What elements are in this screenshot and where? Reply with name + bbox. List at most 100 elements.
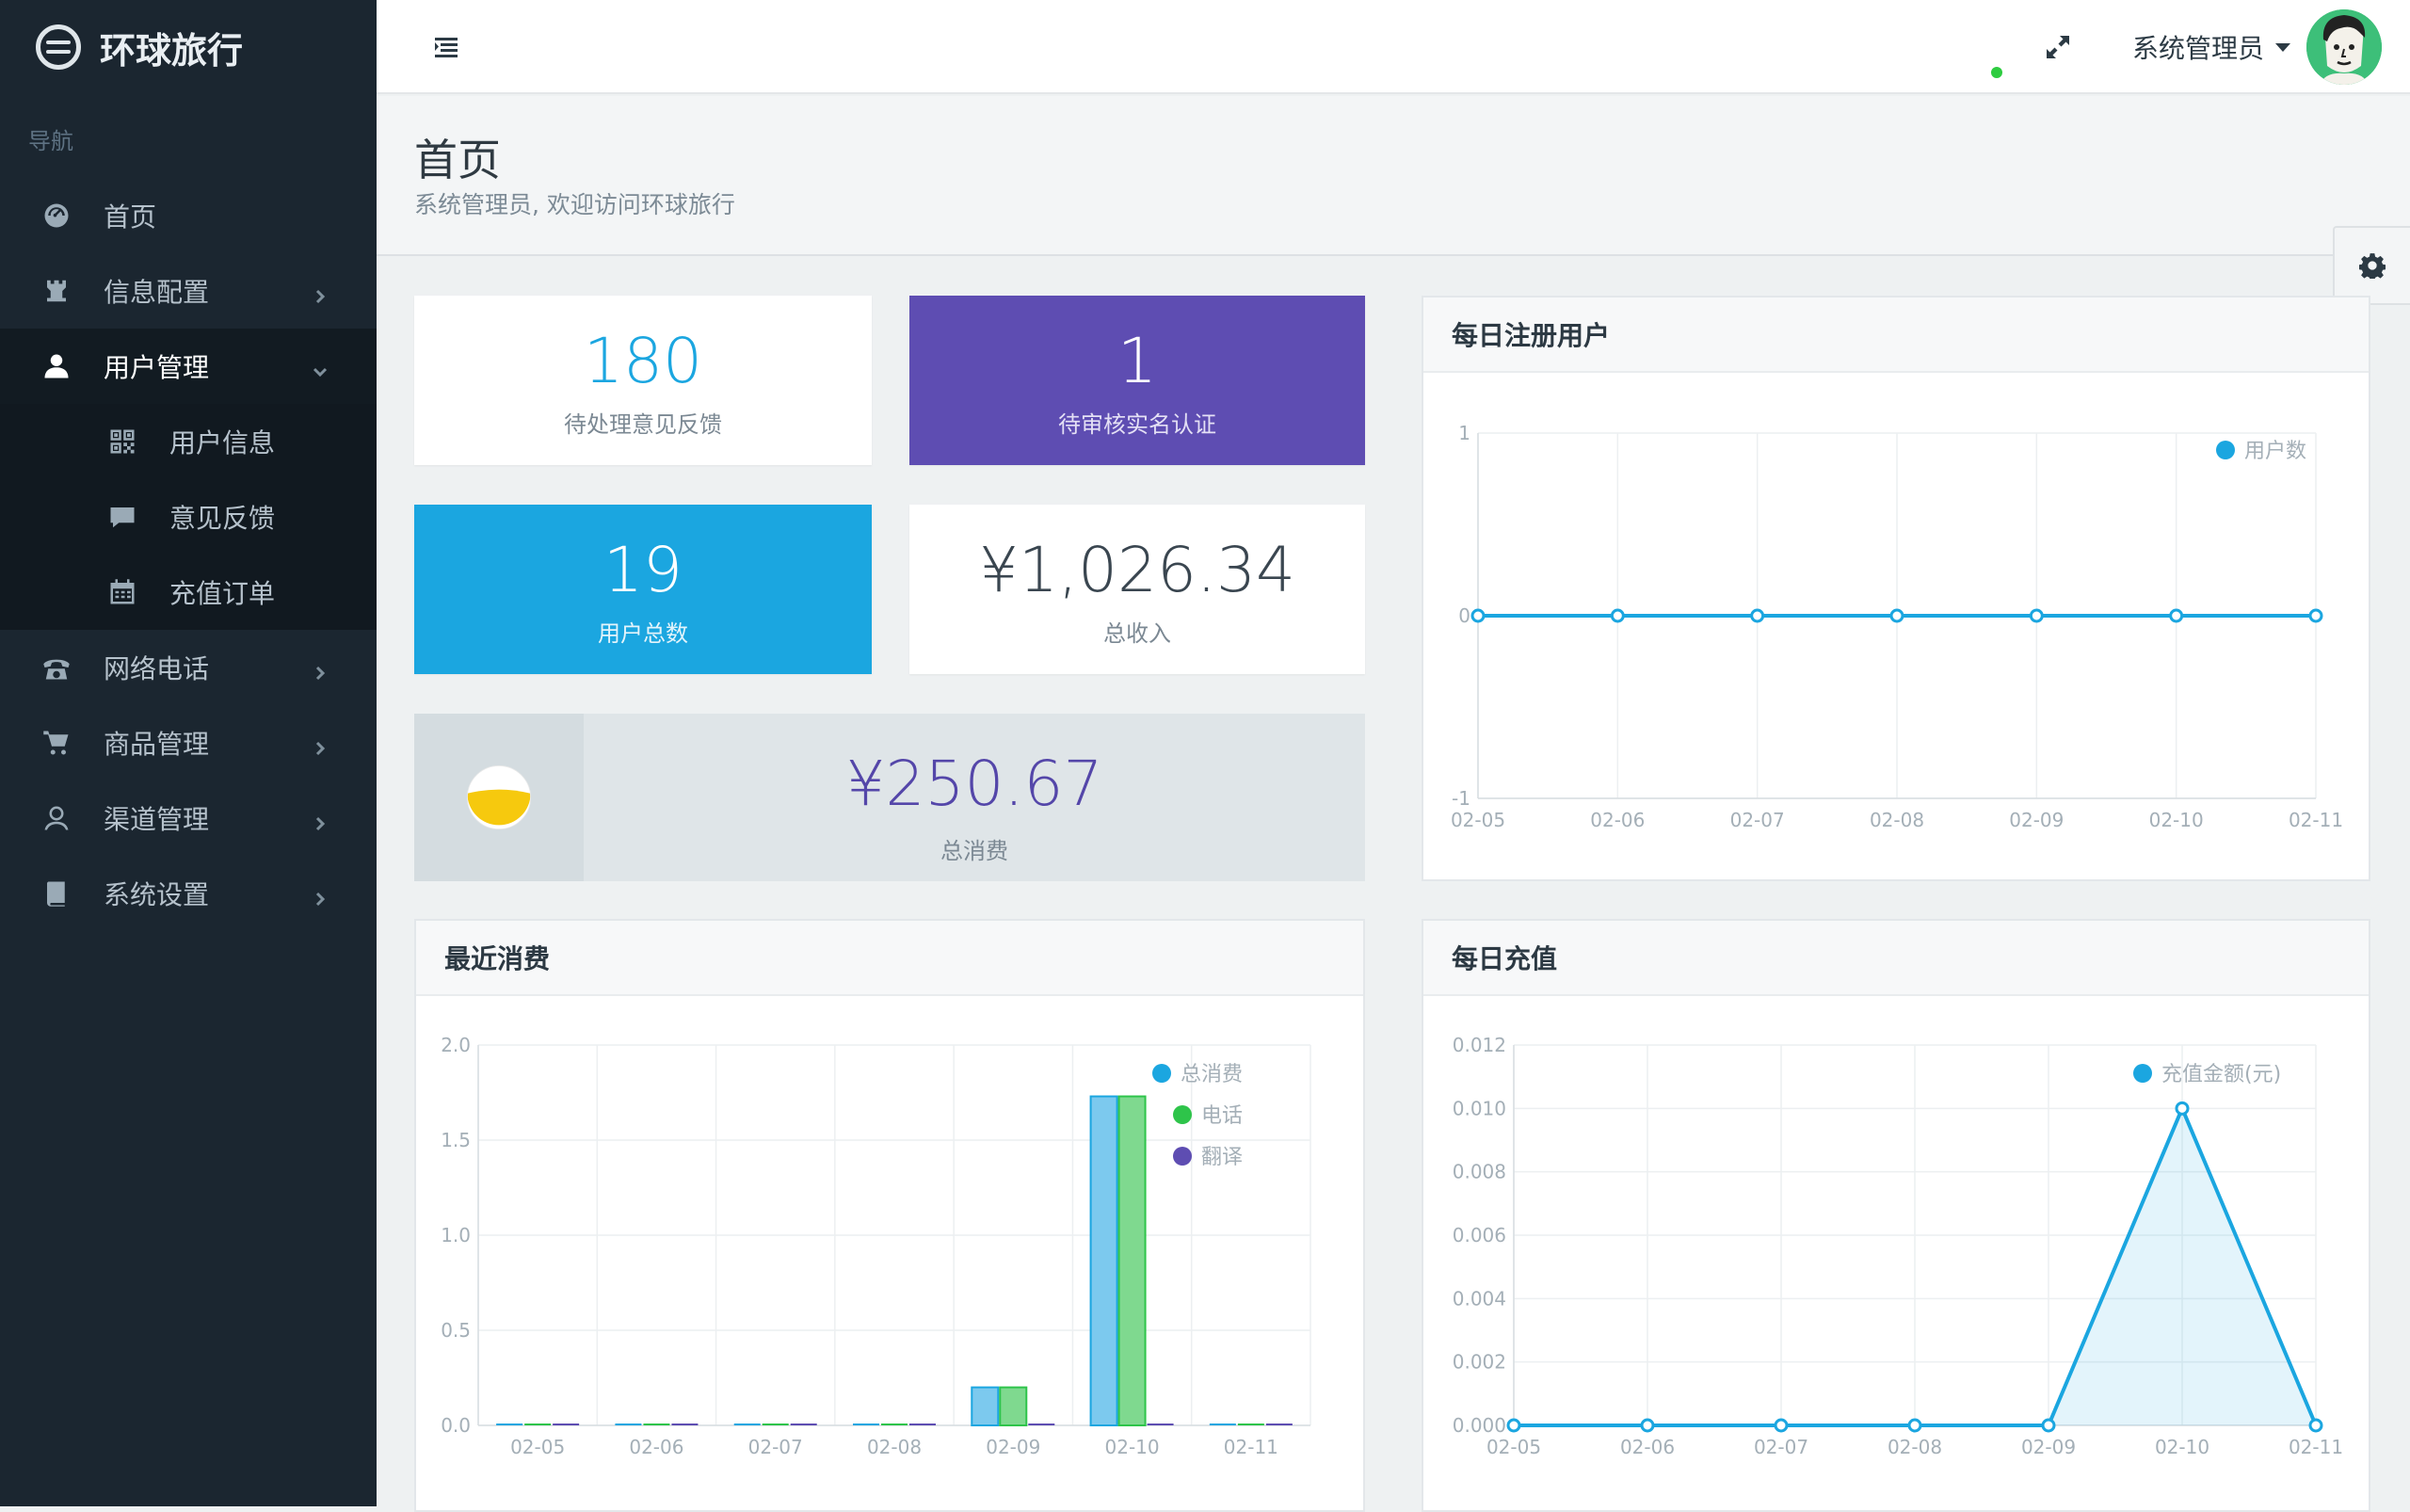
sidebar-item-voip[interactable]: 网络电话 xyxy=(0,630,377,705)
data-point xyxy=(1506,1418,1521,1433)
y-tick-label: -1 xyxy=(1452,787,1470,810)
x-tick-label: 02-07 xyxy=(748,1436,803,1458)
data-point xyxy=(2029,608,2044,623)
data-point xyxy=(1640,1418,1655,1433)
sidebar-subitem-user-info[interactable]: 用户信息 xyxy=(0,404,377,479)
y-tick-label: 1.5 xyxy=(441,1129,471,1151)
legend-label: 电话 xyxy=(1201,1104,1243,1128)
sidebar-item-label: 用户信息 xyxy=(169,427,276,458)
data-point xyxy=(2169,608,2184,623)
dashboard-icon xyxy=(40,199,73,233)
book-icon xyxy=(40,877,73,910)
sidebar-item-channels[interactable]: 渠道管理 xyxy=(0,780,377,856)
data-point xyxy=(1610,608,1625,623)
y-tick-label: 0.008 xyxy=(1453,1161,1506,1183)
stat-value: 180 xyxy=(584,324,702,397)
page-subtitle: 系统管理员, 欢迎访问环球旅行 xyxy=(414,191,735,218)
sidebar-item-label: 信息配置 xyxy=(104,277,210,308)
x-tick-label: 02-09 xyxy=(2021,1436,2076,1458)
bar xyxy=(971,1386,1000,1427)
sidebar-subitem-recharge-orders[interactable]: 充值订单 xyxy=(0,555,377,630)
sidebar-item-home[interactable]: 首页 xyxy=(0,178,377,253)
x-tick-label: 02-09 xyxy=(986,1436,1040,1458)
y-tick-label: 1 xyxy=(1458,422,1470,444)
stat-card-verify[interactable]: 1 待审核实名认证 xyxy=(909,296,1365,465)
user-icon xyxy=(40,349,73,383)
avatar[interactable] xyxy=(2306,9,2382,85)
consume-pie-icon xyxy=(414,714,584,881)
user-name: 系统管理员 xyxy=(2132,33,2265,64)
sidebar-item-label: 网络电话 xyxy=(104,653,210,684)
panel-title: 每日注册用户 xyxy=(1423,298,2369,373)
panel-recent-consume: 最近消费 2.0 1.5 1.0 0.5 0.0 02-05 02-06 02-07 02-08… xyxy=(414,919,1365,1512)
x-tick-label: 02-11 xyxy=(2289,1436,2343,1458)
sidebar-item-label: 用户管理 xyxy=(104,352,210,383)
bar xyxy=(1237,1424,1264,1425)
topbar: 系统管理员 xyxy=(377,0,2410,94)
legend-label: 总消费 xyxy=(1181,1063,1243,1086)
user-menu[interactable]: 系统管理员 xyxy=(2132,28,2291,66)
panel-title: 每日充值 xyxy=(1423,921,2369,996)
fullscreen-icon[interactable] xyxy=(2043,32,2073,62)
data-point xyxy=(2175,1101,2190,1116)
phone-icon xyxy=(40,651,73,684)
stat-label: 总收入 xyxy=(1103,619,1171,647)
sidebar-item-info-config[interactable]: 信息配置 xyxy=(0,253,377,329)
panel-daily-recharge: 每日充值 0.012 0.010 0.008 0.006 0.004 0.002 0.000… xyxy=(1422,919,2370,1512)
qrcode-icon xyxy=(105,425,139,458)
chevron-right-icon xyxy=(311,809,329,840)
bar xyxy=(881,1424,908,1425)
x-tick-label: 02-10 xyxy=(2155,1436,2209,1458)
stat-value: ¥250.67 xyxy=(845,748,1103,820)
x-tick-label: 02-08 xyxy=(1870,809,1924,831)
x-tick-label: 02-05 xyxy=(1451,809,1505,831)
y-tick-label: 1.0 xyxy=(441,1224,471,1247)
data-point xyxy=(1470,608,1486,623)
settings-gear-button[interactable] xyxy=(2333,226,2410,305)
stat-card-income[interactable]: ¥1,026.34 总收入 xyxy=(909,505,1365,674)
brand[interactable]: 环球旅行 xyxy=(0,0,377,94)
chevron-right-icon xyxy=(311,281,329,313)
y-tick-label: 0.010 xyxy=(1453,1097,1506,1119)
bar xyxy=(853,1424,879,1425)
sidebar-item-products[interactable]: 商品管理 xyxy=(0,705,377,780)
menu-toggle-icon[interactable] xyxy=(431,32,461,62)
page-title: 首页 xyxy=(414,135,501,185)
bar xyxy=(762,1424,789,1425)
panel-title: 最近消费 xyxy=(416,921,1363,996)
bar xyxy=(790,1424,817,1425)
data-point xyxy=(1889,608,1904,623)
sidebar-item-label: 意见反馈 xyxy=(169,503,276,534)
chevron-down-icon xyxy=(311,357,329,388)
brand-name: 环球旅行 xyxy=(100,29,244,72)
stat-card-users[interactable]: 19 用户总数 xyxy=(414,505,872,674)
sidebar-subitem-feedback[interactable]: 意见反馈 xyxy=(0,479,377,555)
panel-daily-users: 每日注册用户 1 0 -1 02-05 02-06 02-07 02-08 02-09 02-1… xyxy=(1422,296,2370,881)
stat-card-feedback[interactable]: 180 待处理意见反馈 xyxy=(414,296,872,465)
bar xyxy=(1117,1095,1147,1426)
chevron-right-icon xyxy=(311,658,329,689)
calendar-icon xyxy=(105,575,139,609)
data-point xyxy=(2041,1418,2056,1433)
x-tick-label: 02-06 xyxy=(629,1436,683,1458)
legend-swatch xyxy=(1173,1147,1192,1166)
y-tick-label: 0.004 xyxy=(1453,1287,1506,1310)
stat-value: 19 xyxy=(603,533,683,606)
legend-label: 充值金额(元) xyxy=(2161,1063,2281,1086)
globe-logo-icon xyxy=(36,24,81,70)
x-tick-label: 02-11 xyxy=(2289,809,2343,831)
caret-down-icon xyxy=(2275,42,2291,52)
legend-swatch xyxy=(1152,1064,1171,1083)
legend-label: 翻译 xyxy=(1201,1146,1243,1169)
x-tick-label: 02-08 xyxy=(1888,1436,1942,1458)
online-status-dot xyxy=(1988,64,2005,81)
stat-label: 用户总数 xyxy=(598,619,688,647)
bar xyxy=(909,1424,936,1425)
sidebar-item-user-management[interactable]: 用户管理 xyxy=(0,329,377,404)
stat-label: 总消费 xyxy=(940,838,1008,864)
sidebar-item-system-settings[interactable]: 系统设置 xyxy=(0,856,377,931)
stat-card-consume[interactable]: ¥250.67 总消费 xyxy=(414,714,1365,881)
x-tick-label: 02-10 xyxy=(1105,1436,1160,1458)
x-tick-label: 02-11 xyxy=(1224,1436,1278,1458)
page-header: 首页 系统管理员, 欢迎访问环球旅行 xyxy=(377,96,2410,256)
